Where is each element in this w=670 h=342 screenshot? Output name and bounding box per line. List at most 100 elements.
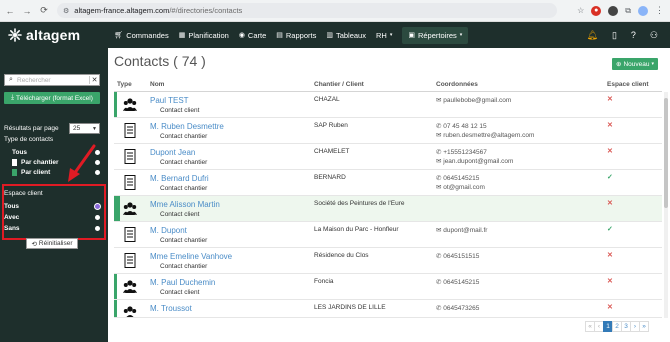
- menu-label: Planification: [188, 30, 229, 40]
- table-row[interactable]: Mme Alisson Martin Contact client Sociét…: [114, 196, 662, 222]
- col-type[interactable]: Type: [117, 81, 132, 88]
- menu-tableaux[interactable]: ▥ Tableaux: [326, 31, 366, 40]
- radio-button[interactable]: [95, 204, 100, 209]
- chantier-client: BERNARD: [314, 174, 346, 181]
- chantier-client: CHAZAL: [314, 96, 340, 103]
- col-espace-client[interactable]: Espace client: [607, 81, 649, 88]
- contact-coord-line2: ✉ jean.dupont@gmail.com: [436, 158, 514, 165]
- plus-circle-icon: ⊕: [616, 61, 622, 68]
- table-row[interactable]: Dupont Jean Contact chantier CHAMELET ✆ …: [114, 144, 662, 170]
- back-icon[interactable]: ←: [3, 4, 17, 18]
- status-no-icon: ✕: [607, 278, 613, 285]
- site-info-icon[interactable]: ⚙: [63, 7, 69, 15]
- address-bar[interactable]: ⚙ altagem-france.altagem.com /#/director…: [57, 3, 557, 18]
- logo[interactable]: altagem: [8, 27, 80, 43]
- per-page-label: Résultats par page: [4, 125, 59, 132]
- client-indicator: [114, 196, 120, 221]
- refresh-icon: ⟲: [31, 240, 37, 248]
- mobile-icon[interactable]: ▯: [612, 30, 617, 41]
- reset-button[interactable]: ⟲ Réinitialiser: [26, 238, 78, 249]
- extension-dark-icon[interactable]: [608, 5, 619, 16]
- table-row[interactable]: M. Dupont Contact chantier La Maison du …: [114, 222, 662, 248]
- menu-planification[interactable]: ▦ Planification: [179, 31, 229, 40]
- browser-menu-icon[interactable]: ⋮: [655, 5, 664, 16]
- reload-icon[interactable]: ⟳: [37, 4, 51, 18]
- bell-icon[interactable]: 🔔︎: [587, 30, 598, 41]
- contact-name-link[interactable]: M. Troussot: [150, 304, 192, 313]
- user-icon[interactable]: ⚇: [650, 30, 658, 41]
- per-page-select[interactable]: 25 ▼: [69, 123, 100, 134]
- type-option-label: Par chantier: [21, 159, 59, 166]
- scrollbar-thumb[interactable]: [664, 98, 668, 208]
- search-icon: ⌕: [9, 76, 13, 83]
- vertical-scrollbar[interactable]: [664, 92, 668, 318]
- table-row[interactable]: Paul TEST Contact client CHAZAL ✉ paulle…: [114, 92, 662, 118]
- col-chantier[interactable]: Chantier / Client: [314, 81, 364, 88]
- col-name[interactable]: Nom: [150, 81, 164, 88]
- pagination-last[interactable]: »: [639, 321, 649, 332]
- download-icon: ⤓: [11, 94, 14, 101]
- download-excel-label: Télécharger (format Excel): [15, 94, 93, 102]
- contact-coord-line1: ✆ 0645145215: [436, 175, 480, 182]
- extension-red-icon[interactable]: ●: [591, 5, 602, 16]
- search-box: ⌕ ✕: [4, 74, 100, 86]
- url-host: altagem-france.altagem.com: [74, 6, 170, 15]
- table-row[interactable]: M. Paul Duchemin Contact client Foncia ✆…: [114, 274, 662, 300]
- contact-coord-line2: ✉ ruben.desmettre@altagem.com: [436, 132, 535, 139]
- contact-name-link[interactable]: Mme Alisson Martin: [150, 200, 220, 209]
- menu-repertoires[interactable]: ▣ Répertoires ▾: [402, 26, 469, 44]
- menu-rapports[interactable]: ▤ Rapports: [276, 31, 316, 40]
- profile-icon[interactable]: [638, 5, 648, 16]
- menu-rh[interactable]: RH ▾: [376, 31, 392, 40]
- contact-name-link[interactable]: Paul TEST: [150, 96, 189, 105]
- help-icon[interactable]: ?: [631, 30, 636, 40]
- col-coordonnees[interactable]: Coordonnées: [436, 81, 478, 88]
- menu-commandes[interactable]: 🛒︎ Commandes: [114, 31, 168, 40]
- contact-name-link[interactable]: M. Dupont: [150, 226, 187, 235]
- table-row[interactable]: M. Ruben Desmettre Contact chantier SAP …: [114, 118, 662, 144]
- contact-name-link[interactable]: M. Bernard Dufri: [150, 174, 209, 183]
- contact-name-link[interactable]: M. Ruben Desmettre: [150, 122, 224, 131]
- calendar-icon: ▦: [178, 32, 186, 39]
- document-icon: [124, 227, 136, 242]
- status-check-icon: ✓: [607, 226, 613, 233]
- contact-coord-line1: ✆ 0645151515: [436, 253, 480, 260]
- contact-name-link[interactable]: Mme Emeline Vanhove: [150, 252, 232, 261]
- extensions-puzzle-icon[interactable]: ⧉: [625, 6, 631, 16]
- new-contact-button[interactable]: ⊕ Nouveau ▾: [612, 58, 658, 70]
- contact-coord-line1: ✉ paullebobe@gmail.com: [436, 97, 512, 104]
- bookmark-star-icon[interactable]: ☆: [577, 6, 584, 15]
- contact-name-link[interactable]: M. Paul Duchemin: [150, 278, 215, 287]
- table-row[interactable]: M. Bernard Dufri Contact chantier BERNAR…: [114, 170, 662, 196]
- download-excel-button[interactable]: ⤓ Télécharger (format Excel): [4, 92, 100, 104]
- table-row[interactable]: M. Troussot LES JARDINS DE LILLE ✆ 06454…: [114, 300, 662, 318]
- client-indicator: [114, 300, 117, 317]
- espace-option-avec[interactable]: Avec: [4, 214, 100, 221]
- chevron-down-icon: ▾: [389, 32, 393, 38]
- radio-button[interactable]: [95, 215, 100, 220]
- contact-role: Contact client: [160, 211, 200, 218]
- radio-button[interactable]: [95, 226, 100, 231]
- menu-carte[interactable]: ◉ Carte: [239, 31, 266, 40]
- espace-option-tous[interactable]: Tous: [4, 203, 100, 210]
- contact-coord-line1: ✆ +15551234567: [436, 149, 487, 156]
- contact-type-label: Type de contacts: [4, 136, 54, 143]
- status-no-icon: ✕: [607, 96, 613, 103]
- type-option-label: Par client: [21, 169, 51, 176]
- contact-role: Contact client: [160, 289, 200, 296]
- document-icon: [124, 175, 136, 190]
- map-pin-icon: ◉: [238, 32, 245, 39]
- search-input[interactable]: [17, 75, 87, 85]
- contact-name-link[interactable]: Dupont Jean: [150, 148, 195, 157]
- espace-option-sans[interactable]: Sans: [4, 225, 100, 232]
- forward-icon[interactable]: →: [20, 4, 34, 18]
- table-row[interactable]: Mme Emeline Vanhove Contact chantier Rés…: [114, 248, 662, 274]
- contact-role: Contact chantier: [160, 133, 208, 140]
- reset-label: Réinitialiser: [38, 240, 73, 247]
- report-icon: ▤: [276, 32, 283, 39]
- chantier-client: Foncia: [314, 278, 334, 285]
- close-icon[interactable]: ✕: [89, 76, 99, 84]
- browser-toolbar: ← → ⟳ ⚙ altagem-france.altagem.com /#/di…: [0, 0, 670, 22]
- contact-coord-line1: ✆ 0645473265: [436, 305, 480, 312]
- chevron-down-icon: ▾: [459, 32, 463, 38]
